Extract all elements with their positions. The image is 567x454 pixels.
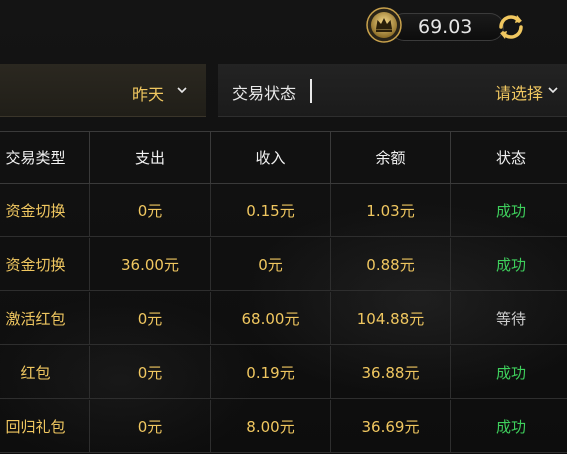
cell-status: 等待 [451, 292, 567, 345]
cell-income: 68.00元 [211, 292, 331, 345]
cell-expense: 0元 [90, 400, 211, 453]
text-cursor [310, 79, 312, 103]
table-row[interactable]: 激活红包 0元 68.00元 104.88元 等待 [0, 292, 567, 345]
table-row[interactable]: 资金切换 36.00元 0元 0.88元 成功 [0, 238, 567, 291]
cell-status: 成功 [451, 346, 567, 399]
cell-type: 红包 [0, 346, 90, 399]
cell-status: 成功 [451, 184, 567, 237]
refresh-icon[interactable] [493, 9, 529, 45]
cell-balance: 36.69元 [331, 400, 451, 453]
cell-balance: 104.88元 [331, 292, 451, 345]
status-filter-dropdown[interactable]: 交易状态 请选择 [218, 64, 567, 117]
cell-expense: 0元 [90, 346, 211, 399]
table-row[interactable]: 资金切换 0元 0.15元 1.03元 成功 [0, 184, 567, 237]
date-filter-value: 昨天 [131, 85, 164, 104]
status-filter-label: 交易状态 [232, 84, 297, 103]
column-header-expense: 支出 [90, 131, 211, 184]
column-header-balance: 余额 [331, 131, 451, 184]
cell-balance: 1.03元 [331, 184, 451, 237]
cell-expense: 0元 [90, 292, 211, 345]
cell-expense: 0元 [90, 184, 211, 237]
cell-balance: 0.88元 [331, 238, 451, 291]
cell-income: 0元 [211, 238, 331, 291]
table-row[interactable]: 回归礼包 0元 8.00元 36.69元 成功 [0, 400, 567, 453]
cell-type: 激活红包 [0, 292, 90, 345]
column-header-status: 状态 [451, 131, 567, 184]
balance-widget: 69.03 [366, 5, 532, 43]
table-header: 交易类型 支出 收入 余额 状态 [0, 131, 567, 184]
cell-status: 成功 [451, 400, 567, 453]
cell-status: 成功 [451, 238, 567, 291]
cell-income: 8.00元 [211, 400, 331, 453]
cell-balance: 36.88元 [331, 346, 451, 399]
cell-income: 0.15元 [211, 184, 331, 237]
chevron-down-icon [177, 87, 187, 94]
column-header-income: 收入 [211, 131, 331, 184]
date-filter-dropdown[interactable]: 昨天 [0, 64, 206, 117]
cell-type: 回归礼包 [0, 400, 90, 453]
cell-expense: 36.00元 [90, 238, 211, 291]
filter-row: 昨天 交易状态 请选择 [0, 64, 567, 118]
chevron-down-icon [548, 87, 558, 94]
cell-type: 资金切换 [0, 238, 90, 291]
balance-value: 69.03 [418, 16, 473, 38]
status-filter-value: 请选择 [494, 84, 543, 103]
cell-income: 0.19元 [211, 346, 331, 399]
column-header-type: 交易类型 [0, 131, 90, 184]
cell-type: 资金切换 [0, 184, 90, 237]
table-row[interactable]: 红包 0元 0.19元 36.88元 成功 [0, 346, 567, 399]
crown-coin-icon [366, 7, 402, 43]
